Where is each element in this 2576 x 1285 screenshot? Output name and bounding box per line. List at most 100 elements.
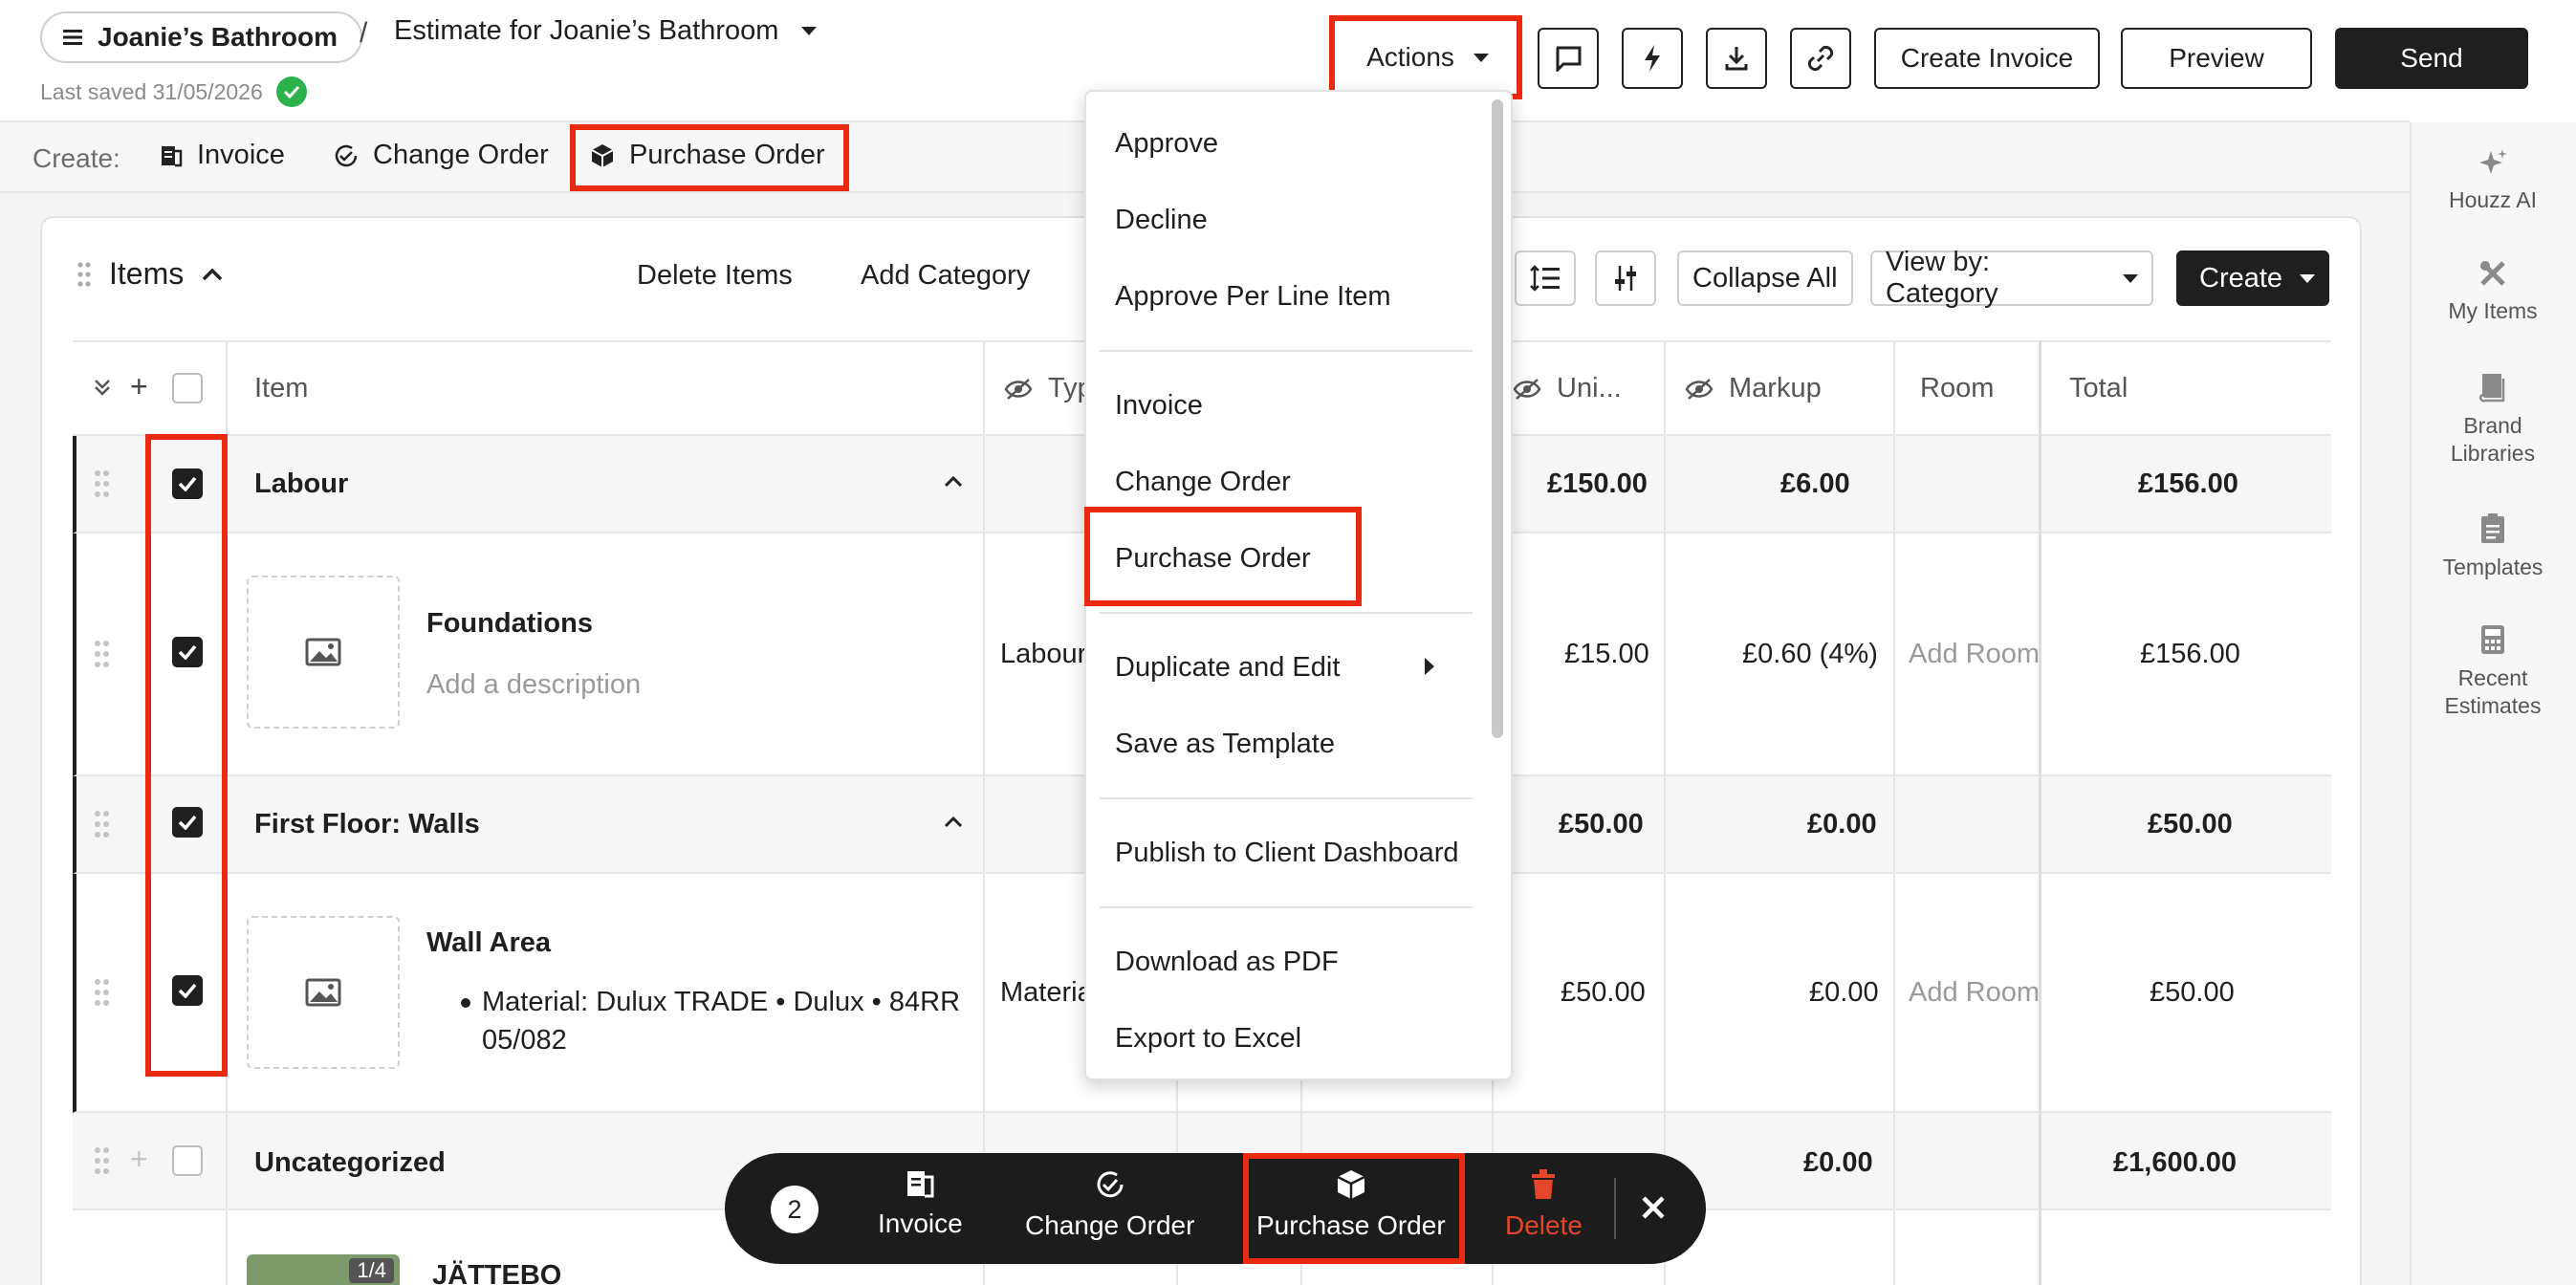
item-type[interactable]: Materia	[1000, 977, 1093, 1009]
item-description[interactable]: Add a description	[426, 669, 641, 701]
create-dropdown-button[interactable]: Create	[2176, 250, 2329, 306]
image-placeholder[interactable]	[247, 916, 400, 1069]
quick-action-button[interactable]	[1622, 28, 1683, 89]
drag-handle-icon[interactable]	[94, 639, 111, 669]
bulk-change-order-button[interactable]: Change Order	[1025, 1168, 1194, 1241]
select-all-checkbox[interactable]	[172, 373, 203, 403]
chevron-up-icon[interactable]	[943, 474, 964, 488]
menu-item-invoice[interactable]: Invoice	[1115, 390, 1203, 422]
menu-item-change-order[interactable]: Change Order	[1115, 467, 1291, 498]
row-checkbox[interactable]	[172, 975, 203, 1006]
unit-cost[interactable]: £15.00	[1564, 639, 1649, 670]
item-type[interactable]: Labour	[1000, 639, 1086, 670]
row-checkbox[interactable]	[172, 807, 203, 838]
create-invoice-link[interactable]: Invoice	[159, 140, 285, 171]
menu-item-duplicate-edit[interactable]: Duplicate and Edit	[1115, 652, 1340, 684]
menu-item-purchase-order[interactable]: Purchase Order	[1115, 543, 1311, 575]
menu-scrollbar[interactable]	[1492, 99, 1503, 738]
chevron-down-icon	[1473, 53, 1489, 62]
bulk-delete-button[interactable]: Delete	[1505, 1168, 1583, 1241]
add-row-icon[interactable]: +	[130, 369, 148, 404]
category-name: Uncategorized	[254, 1147, 446, 1178]
column-markup[interactable]: Markup	[1685, 373, 1822, 404]
drag-handle-icon[interactable]	[94, 468, 111, 499]
lightning-icon	[1643, 44, 1662, 73]
menu-item-publish-dashboard[interactable]: Publish to Client Dashboard	[1115, 838, 1458, 869]
row-checkbox[interactable]	[172, 468, 203, 499]
markup-value[interactable]: £0.60 (4%)	[1742, 639, 1878, 670]
eye-off-icon[interactable]	[1004, 378, 1033, 401]
breadcrumb-separator: /	[360, 17, 368, 49]
drag-handle-icon[interactable]	[94, 809, 111, 839]
item-thumbnail[interactable]: 1/4	[247, 1254, 400, 1285]
menu-item-save-template[interactable]: Save as Template	[1115, 729, 1335, 760]
chevron-up-icon[interactable]	[943, 815, 964, 828]
eye-off-icon[interactable]	[1685, 378, 1714, 401]
row-checkbox[interactable]	[172, 1145, 203, 1176]
download-button[interactable]	[1706, 28, 1767, 89]
column-room[interactable]: Room	[1920, 373, 1994, 404]
add-row-icon[interactable]: +	[130, 1142, 148, 1177]
copy-link-button[interactable]	[1790, 28, 1851, 89]
drag-handle-icon[interactable]	[76, 260, 92, 289]
create-invoice-label: Invoice	[197, 140, 285, 170]
view-by-select[interactable]: View by: Category	[1870, 247, 2153, 309]
menu-item-decline[interactable]: Decline	[1115, 205, 1208, 236]
bulk-invoice-button[interactable]: Invoice	[878, 1168, 963, 1239]
actions-button[interactable]: Actions	[1343, 27, 1513, 88]
download-icon	[1724, 45, 1749, 72]
column-type[interactable]: Typ	[1004, 373, 1093, 404]
rail-recent-estimates[interactable]: Recent Estimates	[2410, 623, 2576, 721]
menu-item-export-excel[interactable]: Export to Excel	[1115, 1023, 1301, 1055]
close-icon[interactable]	[1639, 1193, 1668, 1222]
create-purchase-order-link[interactable]: Purchase Order	[589, 140, 825, 171]
eye-off-icon[interactable]	[1513, 378, 1541, 401]
unit-cost[interactable]: £50.00	[1561, 977, 1646, 1009]
chevron-up-icon[interactable]	[201, 267, 224, 282]
drag-handle-icon[interactable]	[94, 1145, 111, 1176]
bulk-purchase-order-label: Purchase Order	[1256, 1210, 1446, 1240]
total-value: £156.00	[2138, 468, 2238, 499]
add-room[interactable]: Add Room	[1909, 977, 2040, 1009]
column-total[interactable]: Total	[2069, 373, 2128, 404]
collapse-all-button[interactable]: Collapse All	[1677, 250, 1853, 306]
row-checkbox[interactable]	[172, 637, 203, 667]
rail-my-items[interactable]: My Items	[2410, 258, 2576, 326]
add-category-button[interactable]: Add Category	[861, 260, 1030, 292]
column-item[interactable]: Item	[254, 373, 308, 404]
item-name[interactable]: JÄTTEBO	[432, 1260, 561, 1285]
rail-templates[interactable]: Templates	[2410, 512, 2576, 582]
items-header[interactable]: Items	[76, 256, 224, 292]
row-spacing-button[interactable]	[1515, 250, 1576, 306]
delete-items-button[interactable]: Delete Items	[637, 260, 793, 292]
collapse-all-label: Collapse All	[1692, 262, 1838, 294]
item-name[interactable]: Wall Area	[426, 927, 551, 959]
column-settings-button[interactable]	[1595, 250, 1656, 306]
image-placeholder[interactable]	[247, 576, 400, 729]
estimate-title[interactable]: Estimate for Joanie’s Bathroom	[394, 15, 818, 47]
link-icon	[1806, 44, 1835, 73]
add-room[interactable]: Add Room	[1909, 639, 2040, 670]
menu-divider	[1100, 350, 1473, 352]
project-name: Joanie’s Bathroom	[98, 22, 338, 52]
menu-item-download-pdf[interactable]: Download as PDF	[1115, 947, 1339, 978]
create-change-order-link[interactable]: Change Order	[333, 140, 549, 171]
send-button[interactable]: Send	[2335, 28, 2528, 89]
menu-item-approve[interactable]: Approve	[1115, 128, 1218, 160]
actions-label: Actions	[1366, 42, 1454, 72]
bulk-purchase-order-button[interactable]: Purchase Order	[1256, 1168, 1446, 1241]
project-menu-button[interactable]: Joanie’s Bathroom	[40, 11, 363, 63]
create-invoice-button[interactable]: Create Invoice	[1874, 28, 2100, 89]
rail-houzz-ai[interactable]: Houzz AI	[2410, 147, 2576, 215]
markup-value[interactable]: £0.00	[1809, 977, 1879, 1009]
item-name[interactable]: Foundations	[426, 608, 593, 640]
menu-item-approve-per-line[interactable]: Approve Per Line Item	[1115, 281, 1391, 313]
column-unit[interactable]: Uni...	[1513, 373, 1622, 404]
comment-button[interactable]	[1538, 28, 1599, 89]
items-title: Items	[109, 256, 185, 291]
drag-handle-icon[interactable]	[94, 977, 111, 1008]
column-divider	[2039, 340, 2041, 1285]
expand-all-icon[interactable]	[92, 377, 113, 398]
preview-button[interactable]: Preview	[2121, 28, 2312, 89]
rail-brand-libraries[interactable]: Brand Libraries	[2410, 371, 2576, 468]
